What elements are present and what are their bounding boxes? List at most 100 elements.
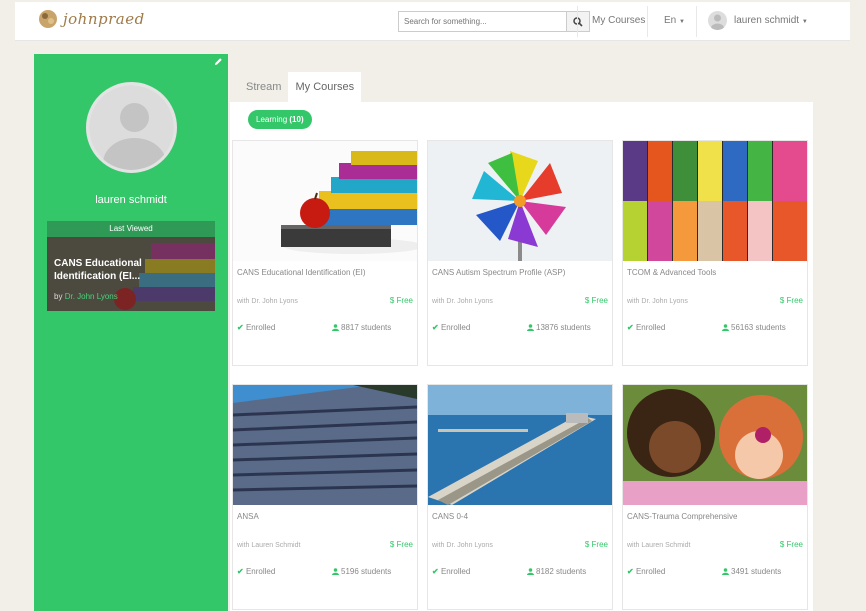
enrolled-status: ✔ Enrolled	[432, 567, 470, 576]
enrolled-label: Enrolled	[440, 567, 471, 576]
check-icon: ✔	[627, 323, 634, 332]
chevron-down-icon: ▼	[679, 19, 685, 25]
user-icon	[332, 324, 339, 331]
divider	[696, 6, 697, 37]
pencil-icon[interactable]	[214, 57, 223, 66]
language-dropdown[interactable]: En ▼	[664, 15, 685, 26]
course-instructor: with Lauren Schmidt	[627, 542, 691, 549]
filter-count: (10)	[289, 115, 304, 124]
avatar-placeholder	[89, 85, 174, 170]
logo-icon	[37, 8, 59, 30]
user-icon	[527, 324, 534, 331]
course-thumbnail	[623, 141, 807, 261]
enrolled-status: ✔ Enrolled	[432, 323, 470, 332]
course-card[interactable]: CANS 0-4 with Dr. John Lyons $ Free ✔ En…	[427, 384, 613, 610]
student-count: 3491 students	[722, 567, 781, 576]
user-menu[interactable]: lauren schmidt ▼	[734, 15, 808, 26]
user-icon	[722, 324, 729, 331]
course-thumbnail	[428, 141, 612, 261]
avatar-head-shape	[120, 103, 149, 132]
enrolled-label: Enrolled	[245, 323, 276, 332]
check-icon: ✔	[432, 567, 439, 576]
filter-learning[interactable]: Learning (10)	[248, 110, 312, 129]
nav-my-courses[interactable]: My Courses	[592, 15, 645, 26]
enrolled-status: ✔ Enrolled	[237, 323, 275, 332]
by-label: by	[54, 292, 63, 301]
course-instructor: with Lauren Schmidt	[237, 542, 301, 549]
course-title[interactable]: CANS-Trauma Comprehensive	[627, 512, 737, 521]
check-icon: ✔	[237, 323, 244, 332]
course-thumbnail	[428, 385, 612, 505]
user-avatar[interactable]	[708, 11, 727, 30]
course-title[interactable]: TCOM & Advanced Tools	[627, 268, 716, 277]
course-thumbnail	[233, 141, 417, 261]
enrolled-status: ✔ Enrolled	[627, 567, 665, 576]
course-card[interactable]: CANS Educational Identification (EI) wit…	[232, 140, 418, 366]
course-card[interactable]: TCOM & Advanced Tools with Dr. John Lyon…	[622, 140, 808, 366]
avatar-body-shape	[103, 138, 166, 170]
course-price: $ Free	[584, 296, 608, 305]
chevron-down-icon: ▼	[801, 19, 808, 25]
tab-my-courses[interactable]: My Courses	[288, 72, 362, 102]
last-viewed-title[interactable]: CANS Educational Identification (EI...	[54, 257, 164, 283]
course-price: $ Free	[389, 540, 413, 549]
last-viewed-card[interactable]: CANS Educational Identification (EI... b…	[47, 237, 215, 311]
user-icon	[722, 568, 729, 575]
search-button[interactable]	[566, 11, 590, 32]
student-count-text: 13876 students	[536, 323, 591, 332]
profile-name: lauren schmidt	[95, 194, 167, 206]
enrolled-status: ✔ Enrolled	[237, 567, 275, 576]
course-card[interactable]: CANS Autism Spectrum Profile (ASP) with …	[427, 140, 613, 366]
student-count-text: 3491 students	[731, 567, 782, 576]
course-instructor: with Dr. John Lyons	[432, 298, 493, 305]
divider	[577, 6, 578, 37]
last-viewed-header: Last Viewed	[47, 221, 215, 237]
filter-label: Learning	[256, 115, 288, 124]
check-icon: ✔	[237, 567, 244, 576]
check-icon: ✔	[432, 323, 439, 332]
enrolled-status: ✔ Enrolled	[627, 323, 665, 332]
course-title[interactable]: CANS 0-4	[432, 512, 468, 521]
language-label: En	[664, 15, 677, 26]
enrolled-label: Enrolled	[440, 323, 471, 332]
course-price: $ Free	[779, 540, 803, 549]
divider	[647, 6, 648, 37]
student-count: 56163 students	[722, 323, 786, 332]
courses-panel: Learning (10) CANS Educational Identific…	[230, 102, 813, 611]
course-instructor: with Dr. John Lyons	[627, 298, 688, 305]
last-viewed-byline: by Dr. John Lyons	[54, 292, 118, 301]
search-input[interactable]	[398, 11, 566, 32]
site-logo[interactable]: johnpraed	[37, 8, 145, 30]
course-title[interactable]: CANS Autism Spectrum Profile (ASP)	[432, 268, 565, 277]
tab-bar: Stream My Courses	[239, 72, 362, 102]
course-card[interactable]: CANS-Trauma Comprehensive with Lauren Sc…	[622, 384, 808, 610]
student-count: 8182 students	[527, 567, 586, 576]
student-count-text: 56163 students	[731, 323, 786, 332]
course-price: $ Free	[584, 540, 608, 549]
student-count-text: 8817 students	[341, 323, 392, 332]
last-viewed-author[interactable]: Dr. John Lyons	[65, 292, 118, 301]
enrolled-label: Enrolled	[245, 567, 276, 576]
check-icon: ✔	[627, 567, 634, 576]
student-count-text: 5196 students	[341, 567, 392, 576]
course-title[interactable]: CANS Educational Identification (EI)	[237, 268, 366, 277]
enrolled-label: Enrolled	[635, 323, 666, 332]
user-icon	[527, 568, 534, 575]
logo-text: johnpraed	[63, 10, 145, 28]
user-name: lauren schmidt	[734, 15, 800, 26]
student-count: 13876 students	[527, 323, 591, 332]
enrolled-label: Enrolled	[635, 567, 666, 576]
profile-avatar[interactable]	[86, 82, 177, 173]
course-thumbnail	[623, 385, 807, 505]
search-icon	[573, 16, 583, 27]
student-count: 8817 students	[332, 323, 391, 332]
course-instructor: with Dr. John Lyons	[432, 542, 493, 549]
course-title[interactable]: ANSA	[237, 512, 259, 521]
student-count-text: 8182 students	[536, 567, 587, 576]
course-instructor: with Dr. John Lyons	[237, 298, 298, 305]
top-navbar: johnpraed My Courses En ▼ lauren schmidt…	[15, 2, 850, 41]
course-price: $ Free	[389, 296, 413, 305]
course-card[interactable]: ANSA with Lauren Schmidt $ Free ✔ Enroll…	[232, 384, 418, 610]
student-count: 5196 students	[332, 567, 391, 576]
tab-stream[interactable]: Stream	[239, 72, 288, 102]
